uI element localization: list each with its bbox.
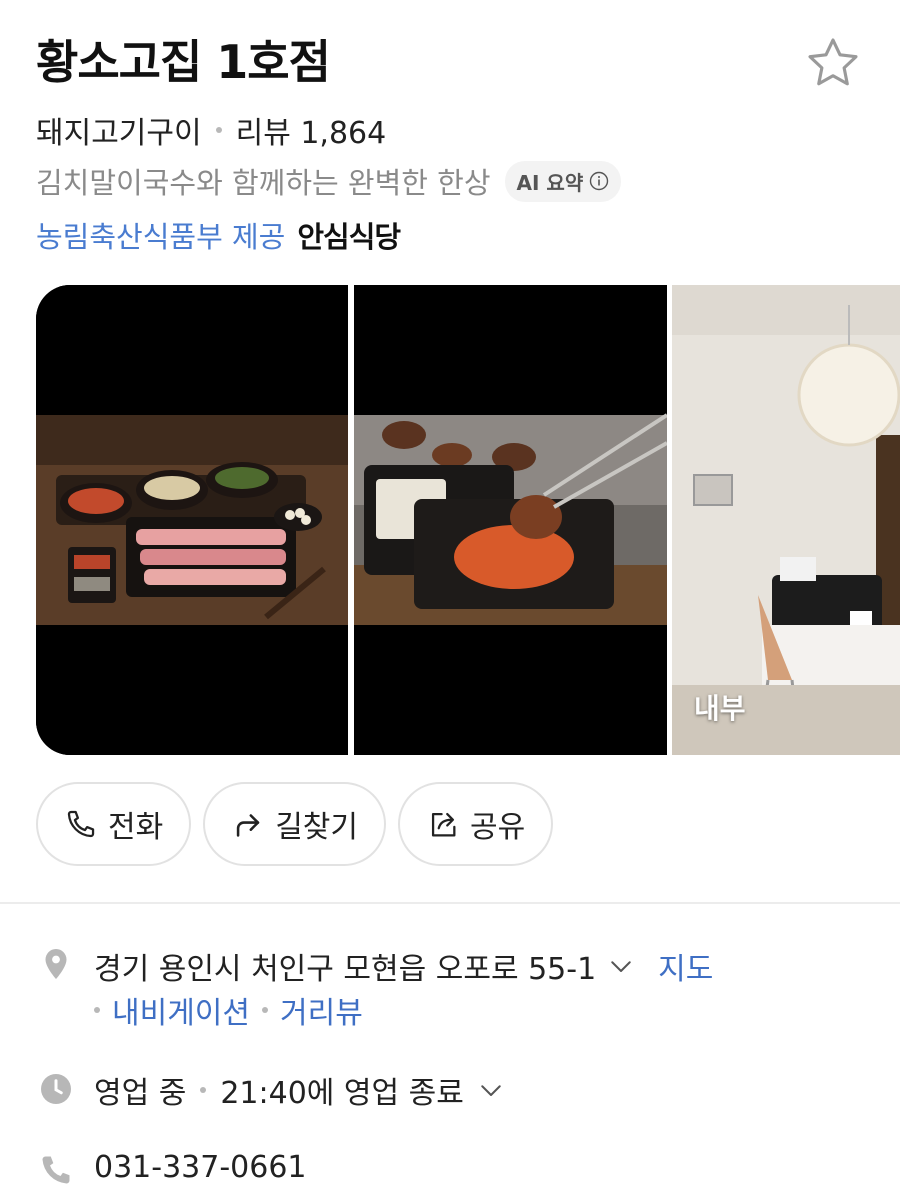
phone-icon xyxy=(67,810,95,838)
certification-row: 농림축산식품부 제공 안심식당 xyxy=(36,214,401,256)
grill-image xyxy=(354,285,667,755)
clock-icon xyxy=(41,1074,71,1104)
directions-button[interactable]: 길찾기 xyxy=(203,782,387,866)
meta-row: 돼지고기구이 리뷰 1,864 xyxy=(36,108,386,152)
address-text: 경기 용인시 처인구 모현읍 오포로 55-1 xyxy=(94,952,597,987)
directions-button-label: 길찾기 xyxy=(275,810,359,845)
call-button-label: 전화 xyxy=(108,810,164,845)
food-set-image xyxy=(36,285,348,755)
navigation-link[interactable]: 내비게이션 xyxy=(112,988,250,1032)
phone-number[interactable]: 031-337-0661 xyxy=(94,1150,307,1185)
photo-label-interior: 내부 xyxy=(694,692,746,725)
photo-carousel[interactable]: 내부 xyxy=(36,285,900,755)
chevron-down-icon[interactable] xyxy=(476,1075,506,1105)
address-links: 내비게이션 거리뷰 xyxy=(94,988,363,1032)
info-icon xyxy=(590,171,609,191)
map-link[interactable]: 지도 xyxy=(658,944,713,988)
interior-image xyxy=(672,285,900,755)
interior-photo[interactable]: 내부 xyxy=(672,285,900,755)
location-pin-icon xyxy=(45,949,67,979)
call-button[interactable]: 전화 xyxy=(36,782,192,866)
action-buttons: 전화 길찾기 공유 xyxy=(36,782,554,866)
chevron-down-icon[interactable] xyxy=(606,951,636,981)
open-status: 영업 중 xyxy=(94,1076,187,1111)
closing-time: 21:40에 영업 종료 xyxy=(220,1076,464,1111)
ai-badge-label: AI 요약 xyxy=(516,170,584,195)
cert-provider: 농림축산식품부 제공 xyxy=(36,220,286,254)
address-row: 경기 용인시 처인구 모현읍 오포로 55-1 지도 xyxy=(94,944,713,988)
section-divider xyxy=(0,902,900,904)
share-button[interactable]: 공유 xyxy=(398,782,554,866)
street-view-link[interactable]: 거리뷰 xyxy=(280,988,363,1032)
star-icon[interactable] xyxy=(804,34,862,92)
ai-summary-text: 김치말이국수와 함께하는 완벽한 한상 xyxy=(36,166,491,200)
ai-summary-badge[interactable]: AI 요약 xyxy=(504,160,622,202)
category-label: 돼지고기구이 xyxy=(36,116,202,151)
review-count-link[interactable]: 리뷰 1,864 xyxy=(236,108,387,152)
phone-icon xyxy=(42,1156,70,1184)
share-button-label: 공유 xyxy=(470,810,526,845)
cert-badge[interactable]: 안심식당 xyxy=(297,214,401,256)
directions-icon xyxy=(237,814,260,837)
separator-dot xyxy=(215,127,222,133)
separator-dot xyxy=(262,1007,268,1013)
share-icon xyxy=(431,812,456,837)
grill-photo[interactable] xyxy=(354,285,667,755)
hours-row[interactable]: 영업 중 21:40에 영업 종료 xyxy=(94,1068,506,1112)
separator-dot xyxy=(94,1007,100,1013)
ai-summary-row: 김치말이국수와 함께하는 완벽한 한상 AI 요약 xyxy=(36,160,622,202)
separator-dot xyxy=(200,1087,207,1093)
food-set-photo[interactable] xyxy=(36,285,348,755)
place-title: 황소고집 1호점 xyxy=(36,35,331,89)
